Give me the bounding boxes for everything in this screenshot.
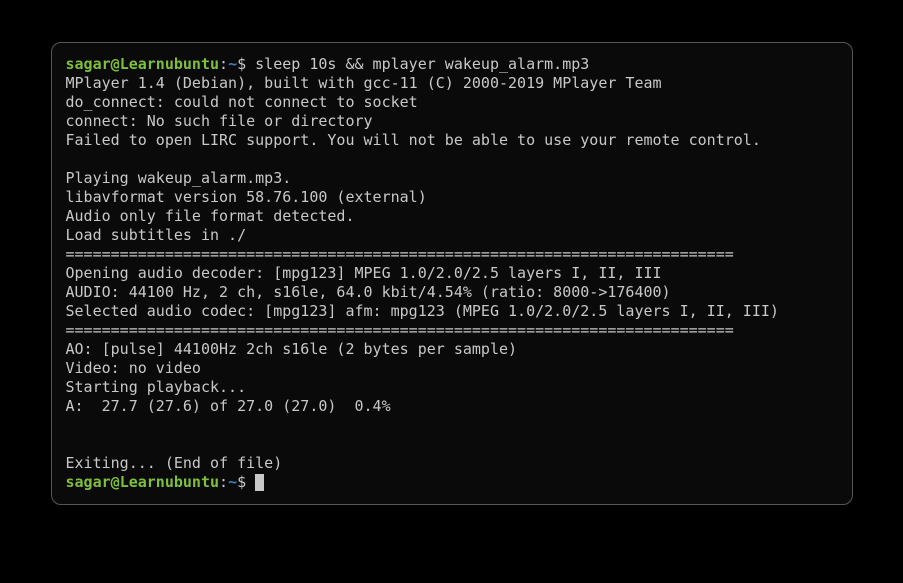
cursor[interactable] [255, 474, 264, 491]
prompt-host: Learnubuntu [120, 55, 219, 73]
prompt-sep: : [219, 55, 228, 73]
output-line: libavformat version 58.76.100 (external) [66, 188, 427, 206]
prompt-at: @ [111, 55, 120, 73]
output-line: do_connect: could not connect to socket [66, 93, 418, 111]
output-line: connect: No such file or directory [66, 112, 373, 130]
output-line: ========================================… [66, 245, 734, 263]
output-line: MPlayer 1.4 (Debian), built with gcc-11 … [66, 74, 662, 92]
prompt-sep: : [219, 473, 228, 491]
output-line: Selected audio codec: [mpg123] afm: mpg1… [66, 302, 779, 320]
terminal-window[interactable]: sagar@Learnubuntu:~$ sleep 10s && mplaye… [51, 42, 853, 505]
command-text: sleep 10s && mplayer wakeup_alarm.mp3 [255, 55, 589, 73]
output-line: AUDIO: 44100 Hz, 2 ch, s16le, 64.0 kbit/… [66, 283, 671, 301]
output-line: A: 27.7 (27.6) of 27.0 (27.0) 0.4% [66, 397, 391, 415]
output-line: AO: [pulse] 44100Hz 2ch s16le (2 bytes p… [66, 340, 518, 358]
prompt-user: sagar [66, 55, 111, 73]
prompt-path: ~ [228, 473, 237, 491]
output-line: Load subtitles in ./ [66, 226, 247, 244]
output-line: Playing wakeup_alarm.mp3. [66, 169, 292, 187]
prompt-at: @ [111, 473, 120, 491]
prompt-path: ~ [228, 55, 237, 73]
output-line: Video: no video [66, 359, 201, 377]
prompt-host: Learnubuntu [120, 473, 219, 491]
output-line: Opening audio decoder: [mpg123] MPEG 1.0… [66, 264, 662, 282]
output-line: Failed to open LIRC support. You will no… [66, 131, 761, 149]
prompt-user: sagar [66, 473, 111, 491]
output-line: ========================================… [66, 321, 734, 339]
output-line: Starting playback... [66, 378, 247, 396]
output-line: Audio only file format detected. [66, 207, 355, 225]
output-line: Exiting... (End of file) [66, 454, 283, 472]
prompt-dollar: $ [237, 473, 255, 491]
prompt-dollar: $ [237, 55, 255, 73]
